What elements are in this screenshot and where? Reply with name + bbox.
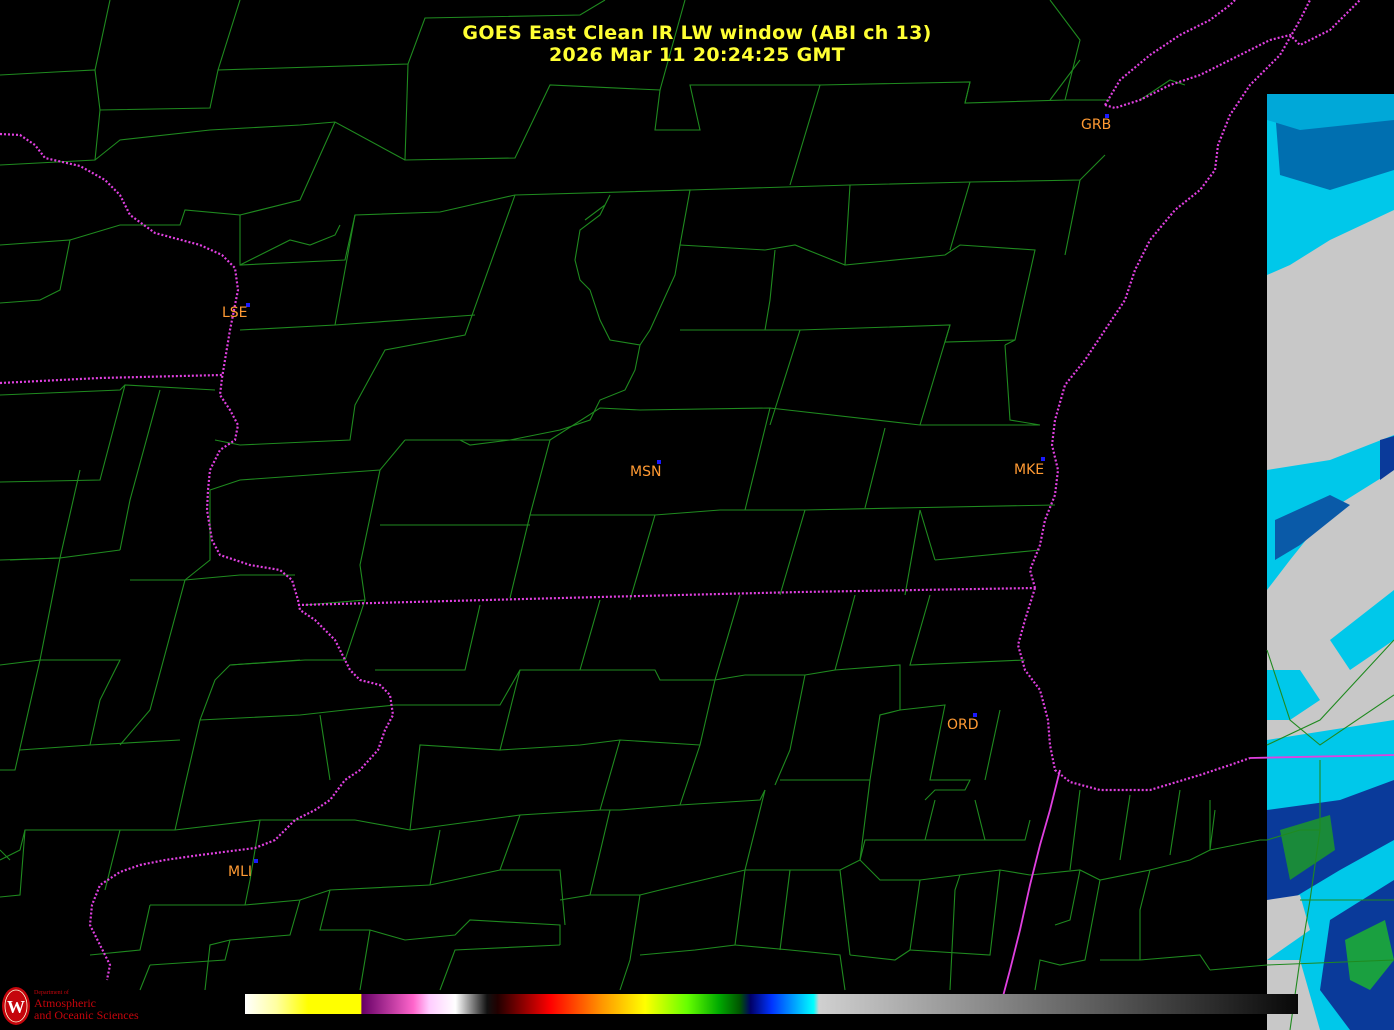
uw-logo-seal: W bbox=[2, 987, 30, 1025]
station-label-lse: LSE bbox=[222, 305, 248, 321]
station-dot-mke bbox=[1041, 457, 1045, 461]
station-label-mli: MLI bbox=[228, 864, 253, 880]
county-boundaries bbox=[0, 0, 1394, 1030]
title-line2: 2026 Mar 11 20:24:25 GMT bbox=[548, 44, 846, 66]
aos-logo-text: Department of Atmospheric and Oceanic Sc… bbox=[34, 990, 139, 1021]
logo-line2: and Oceanic Sciences bbox=[34, 1008, 139, 1022]
svg-text:W: W bbox=[7, 997, 25, 1017]
station-label-mke: MKE bbox=[1014, 462, 1045, 478]
title-line1: GOES East Clean IR LW window (ABI ch 13) bbox=[462, 22, 932, 44]
temperature-colorbar bbox=[245, 994, 1298, 1014]
station-label-ord: ORD bbox=[947, 717, 979, 733]
satellite-cloud-imagery bbox=[1267, 94, 1394, 1030]
station-label-msn: MSN bbox=[630, 464, 662, 480]
station-label-grb: GRB bbox=[1081, 117, 1112, 133]
station-dot-mli bbox=[254, 859, 258, 863]
satellite-map: W bbox=[0, 0, 1394, 1030]
state-boundaries bbox=[0, 0, 1394, 1001]
